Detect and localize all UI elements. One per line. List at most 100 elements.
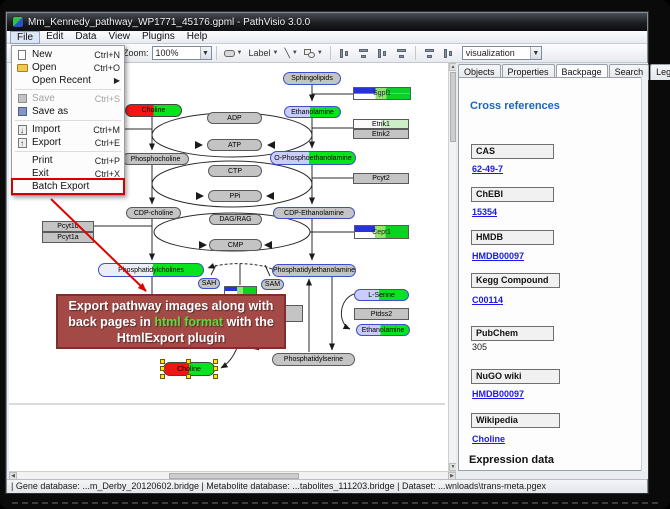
pathway-node-ethanolamine-bottom[interactable]: Ethanolamine [356,324,410,336]
selection-handle[interactable] [160,366,165,371]
crossref-link-choline[interactable]: Choline [472,434,505,444]
chevron-down-icon[interactable]: ▼ [292,50,298,56]
folder-icon [15,62,29,74]
selection-handle[interactable] [186,374,191,379]
pathway-node-cmp[interactable]: CMP [209,239,262,251]
visualization-combobox[interactable]: visualization ▼ [462,46,542,60]
file-menu-item-print[interactable]: PrintCtrl+P [13,154,123,167]
pathway-node-dag-rag[interactable]: DAG/RAG [209,214,262,225]
pathway-node-gene-hidden-2[interactable] [285,305,303,322]
status-bar: | Gene database: ...m_Derby_20120602.bri… [7,479,647,493]
crossref-source-wikipedia: Wikipedia [471,413,560,428]
pathway-node-l-serine[interactable]: L-Serine [354,289,409,301]
chevron-down-icon[interactable]: ▼ [273,50,279,56]
menu-bar: FileEditDataViewPluginsHelp [7,31,647,44]
crossref-link-hmdb00097[interactable]: HMDB00097 [472,389,524,399]
pathway-node-sam[interactable]: SAM [261,279,284,290]
pathway-node-choline-top[interactable]: Choline [125,104,182,117]
pathway-node-ppi[interactable]: PPi [208,190,262,202]
pathway-node-pcyt2[interactable]: Pcyt2 [353,173,409,184]
pathway-node-ethanolamine-top[interactable]: Ethanolamine [284,106,341,118]
chevron-down-icon[interactable]: ▼ [317,50,323,56]
panel-scrollbar[interactable] [641,77,648,471]
pathway-node-atp[interactable]: ATP [207,139,262,151]
file-menu-item-open[interactable]: OpenCtrl+O [13,61,123,74]
pathway-node-sah[interactable]: SAH [198,278,220,289]
selection-handle[interactable] [160,359,165,364]
pathway-node-sphingolipids[interactable]: Sphingolipids [283,72,341,85]
window-title: Mm_Kennedy_pathway_WP1771_45176.gpml - P… [28,17,310,28]
file-menu-item-save-as[interactable]: Save as [13,105,123,118]
crossref-source-pubchem: PubChem [471,326,554,341]
pathway-node-pcyt1b[interactable]: Pcyt1b [42,221,94,232]
file-menu-item-new[interactable]: NewCtrl+N [13,48,123,61]
expression-data-heading: Expression data [469,454,554,466]
pathway-node-ptdss2[interactable]: Ptdss2 [354,308,409,320]
align-center-horizontal-icon[interactable] [357,47,370,60]
zoom-combobox[interactable]: 100% ▼ [152,46,212,60]
page-icon [15,49,29,61]
align-center-vertical-icon[interactable] [338,47,351,60]
pathway-node-etnk2[interactable]: Etnk2 [353,129,409,139]
selection-handle[interactable] [213,366,218,371]
chevron-down-icon[interactable]: ▼ [530,47,541,59]
crossref-source-kegg-compound: Kegg Compound [471,273,560,288]
datanode-tool-button[interactable]: ▼ [221,46,246,61]
menubar-item-help[interactable]: Help [181,31,214,43]
file-menu-item-exit[interactable]: ExitCtrl+X [13,167,123,180]
save-icon [15,106,29,118]
crossref-link-15354[interactable]: 15354 [472,207,497,217]
crossref-link-hmdb00097[interactable]: HMDB00097 [472,251,524,261]
crossref-link-62-49-7[interactable]: 62-49-7 [472,164,503,174]
file-menu-item-open-recent[interactable]: Open Recent▶ [13,74,123,87]
canvas-vertical-scrollbar[interactable]: ▲ ▼ [448,63,456,471]
crossref-link-c00114[interactable]: C00114 [472,295,503,305]
menubar-item-data[interactable]: Data [69,31,102,43]
label-tool-button[interactable]: Label▼ [245,46,281,61]
menu-item-label: Save [32,93,95,104]
menubar-item-edit[interactable]: Edit [40,31,69,43]
side-panel: ObjectsPropertiesBackpageSearchLegend Cr… [456,63,648,479]
pathway-node-etnk1[interactable]: Etnk1 [353,119,409,129]
pathway-node-pcyt1a[interactable]: Pcyt1a [42,232,94,243]
line-tool-button[interactable]: ╲▼ [281,46,300,61]
pathway-node-cept1[interactable]: Cept1 [354,225,409,239]
selection-handle[interactable] [213,374,218,379]
pathway-node-adp[interactable]: ADP [207,112,262,124]
distribute-vertical-icon[interactable] [395,47,408,60]
menubar-item-plugins[interactable]: Plugins [136,31,181,43]
file-menu-item-batch-export[interactable]: Batch Export [13,180,123,193]
pathway-node-ctp[interactable]: CTP [208,165,262,177]
selection-handle[interactable] [160,374,165,379]
menubar-item-view[interactable]: View [102,31,136,43]
chevron-down-icon[interactable]: ▼ [237,50,243,56]
selection-handle[interactable] [186,359,191,364]
title-bar[interactable]: Mm_Kennedy_pathway_WP1771_45176.gpml - P… [7,13,647,31]
distribute-horizontal-icon[interactable] [376,47,389,60]
pathway-node-phosphatidylcholines[interactable]: Phosphatidylcholines [98,263,204,277]
pathway-node-phosphatidylserine[interactable]: Phosphatidylserine [272,353,355,366]
pathway-node-phosphocholine[interactable]: Phosphocholine [122,153,189,165]
tab-legend[interactable]: Legend [650,64,670,80]
file-menu-item-import[interactable]: ↓ImportCtrl+M [13,123,123,136]
pathway-node-cdp-choline[interactable]: CDP-choline [126,207,181,219]
pathway-node-cdp-ethanolamine[interactable]: CDP-Ethanolamine [273,207,355,219]
chevron-down-icon[interactable]: ▼ [200,47,211,59]
file-menu-item-save[interactable]: SaveCtrl+S [13,92,123,105]
menu-item-shortcut: Ctrl+N [94,50,120,60]
menubar-item-file[interactable]: File [10,31,40,44]
menu-icon-spacer [15,155,29,167]
pathway-node-sgpl1[interactable]: Sgpl1 [353,87,411,100]
shape-tool-button[interactable]: ▼ [301,46,326,61]
selection-handle[interactable] [213,359,218,364]
datanode-icon [224,50,235,57]
menu-item-label: Open Recent [32,75,114,86]
stack-vertical-icon[interactable] [423,47,436,60]
menu-separator [15,151,121,152]
pathway-node-o-phosphoethanolamine[interactable]: O-Phosphoethanolamine [270,151,356,165]
canvas-horizontal-scrollbar[interactable]: ◀ ▶ [9,471,456,479]
menu-separator [15,120,121,121]
file-menu-item-export[interactable]: ↑ExportCtrl+E [13,136,123,149]
stack-horizontal-icon[interactable] [442,47,455,60]
pathway-node-phosphatidylethanolamine[interactable]: Phosphatidylethanolamine [272,264,356,277]
